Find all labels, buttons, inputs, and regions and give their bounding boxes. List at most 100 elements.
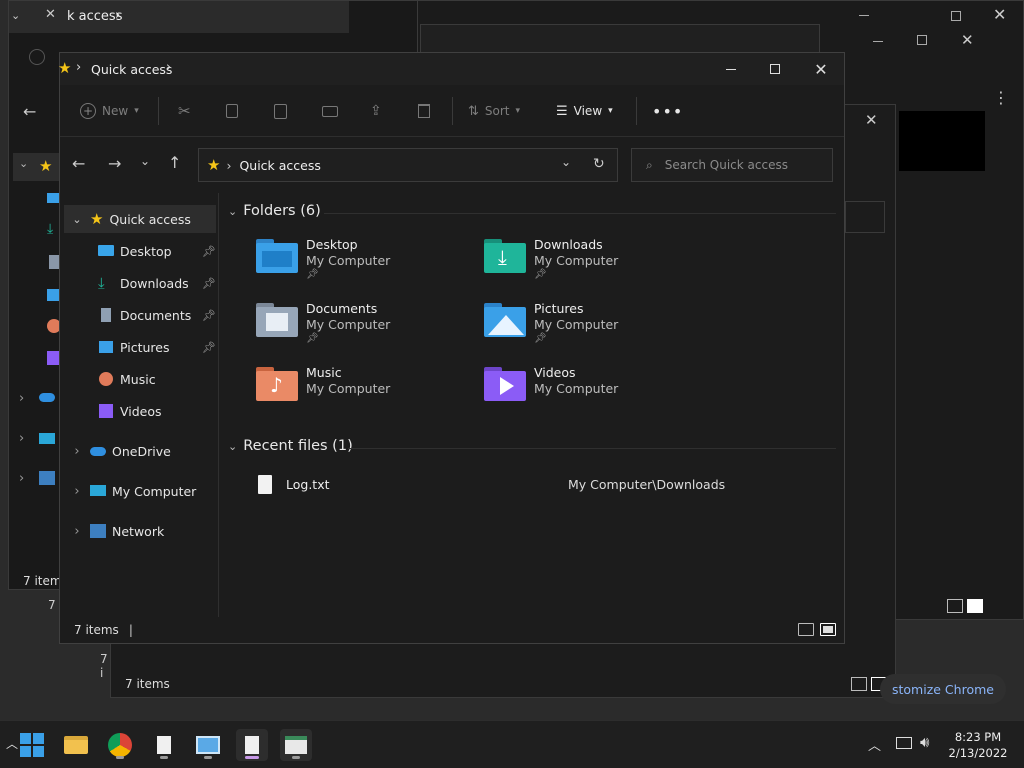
chevron-right-icon[interactable]: › (64, 484, 90, 499)
nav-item-downloads[interactable]: ⤓ Downloads 📌︎ (64, 269, 216, 297)
pictures-icon (98, 339, 114, 355)
taskbar-file-explorer[interactable] (60, 729, 92, 761)
network-icon (39, 471, 55, 485)
chevron-right-icon[interactable]: › (19, 471, 24, 486)
taskbar: ︿ ︿ 🔊︎ 8:23 PM 2/13/2022 (0, 720, 1024, 768)
more-options-button[interactable]: ••• (652, 99, 683, 123)
folder-downloads[interactable]: ⤓ Downloads My Computer 📌︎ (484, 237, 704, 293)
sort-label: Sort (484, 104, 510, 118)
maximize-button[interactable] (752, 53, 798, 85)
file-explorer-window[interactable]: ★ › Quick access › ✕ + New ▾ ✂ ⇪ ⇅ Sort … (58, 52, 845, 644)
nav-item-documents[interactable]: Documents 📌︎ (64, 301, 216, 329)
chevron-down-icon[interactable]: ⌄ (11, 9, 20, 22)
close-icon[interactable]: ✕ (865, 111, 878, 129)
new-icon (29, 49, 45, 65)
search-box[interactable]: ⌕ Search Quick access (631, 148, 833, 182)
folder-name: Pictures (534, 301, 584, 316)
clock[interactable]: 8:23 PM 2/13/2022 (946, 729, 1010, 761)
back-button[interactable]: ← (72, 154, 85, 173)
nav-item-quick-access[interactable]: ⌄ ★ Quick access (64, 205, 216, 233)
nav-item-pictures[interactable]: Pictures 📌︎ (64, 333, 216, 361)
details-view-icon[interactable] (798, 623, 814, 636)
chevron-right-icon[interactable]: › (19, 431, 24, 446)
view-button[interactable]: ☰ View ▾ (556, 99, 613, 123)
minimize-icon[interactable] (859, 15, 869, 16)
up-arrow-icon: ↑ (168, 153, 182, 172)
folders-group-header[interactable]: ⌄ Folders (6) (228, 203, 321, 219)
nav-label: Network (112, 523, 165, 539)
pin-icon[interactable]: 📌︎ (202, 277, 216, 290)
show-hidden-icons-button[interactable]: ︿ (868, 735, 881, 754)
new-label: New (102, 104, 129, 118)
forward-button[interactable]: → (108, 154, 121, 173)
pin-icon[interactable]: 📌︎ (202, 309, 216, 322)
taskbar-app-window[interactable] (280, 729, 312, 761)
minimize-icon (726, 68, 736, 70)
nav-item-desktop[interactable]: Desktop 📌︎ (64, 237, 216, 265)
pin-icon[interactable]: 📌︎ (202, 341, 216, 354)
network-status-icon[interactable] (896, 737, 912, 749)
refresh-icon[interactable]: ↻ (593, 156, 605, 172)
share-button[interactable]: ⇪ (370, 99, 382, 123)
close-button[interactable]: ✕ (798, 53, 844, 85)
taskbar-chrome[interactable] (104, 729, 136, 761)
nav-item-videos[interactable]: Videos (64, 397, 216, 425)
rename-button[interactable] (322, 99, 338, 123)
taskbar-app-file[interactable] (148, 729, 180, 761)
taskbar-app-file-active[interactable] (236, 729, 268, 761)
chevron-down-icon[interactable]: ⌄ (561, 155, 571, 169)
minimize-icon[interactable] (873, 41, 883, 42)
nav-label: Music (120, 371, 156, 387)
nav-item-network[interactable]: › Network (64, 517, 216, 545)
nav-label: My Computer (112, 483, 197, 499)
back-arrow-icon[interactable]: ← (23, 102, 36, 121)
pane-divider[interactable] (218, 193, 219, 617)
recent-file-row[interactable]: Log.txt My Computer\Downloads (256, 475, 816, 501)
pin-icon[interactable]: 📌︎ (202, 245, 216, 258)
chevron-down-icon[interactable]: ⌄ (19, 157, 28, 170)
chevron-right-icon[interactable]: › (19, 391, 24, 406)
folder-desktop[interactable]: Desktop My Computer 📌︎ (256, 237, 476, 293)
copy-button[interactable] (226, 99, 238, 123)
recent-files-group-header[interactable]: ⌄ Recent files (1) (228, 438, 353, 454)
paste-button[interactable] (274, 99, 287, 123)
cloud-icon (90, 443, 106, 459)
start-button[interactable] (16, 729, 48, 761)
close-tab-icon[interactable]: ✕ (45, 7, 56, 22)
sort-button[interactable]: ⇅ Sort ▾ (468, 99, 520, 123)
volume-icon[interactable]: 🔊︎ (920, 733, 929, 751)
chevron-right-icon[interactable]: › (64, 444, 90, 459)
minimize-button[interactable] (708, 53, 754, 85)
up-button[interactable]: ↑ (168, 153, 181, 172)
folder-documents[interactable]: Documents My Computer 📌︎ (256, 301, 476, 357)
close-icon[interactable]: ✕ (993, 5, 1006, 24)
new-button[interactable]: + New ▾ (80, 99, 139, 123)
nav-item-onedrive[interactable]: › OneDrive (64, 437, 216, 465)
input-box[interactable] (845, 201, 885, 233)
folder-music[interactable]: ♪ Music My Computer (256, 365, 476, 421)
title-bar[interactable]: ★ › Quick access › ✕ (58, 53, 844, 85)
customize-chrome-button[interactable]: stomize Chrome (880, 674, 1006, 704)
plus-circle-icon: + (80, 103, 96, 119)
content-pane: ⌄ Folders (6) Desktop My Computer 📌︎ ⤓ Dow… (220, 193, 844, 623)
address-bar[interactable]: ★ › Quick access ⌄ ↻ (198, 148, 618, 182)
taskbar-app-control-panel[interactable] (192, 729, 224, 761)
background-window-strip: 7 i (60, 644, 110, 680)
folder-pictures[interactable]: Pictures My Computer 📌︎ (484, 301, 704, 357)
restore-icon[interactable] (951, 11, 961, 21)
more-options-icon[interactable]: ⋮ (993, 90, 1009, 106)
recent-locations-button[interactable]: ⌄ (140, 154, 150, 168)
nav-item-my-computer[interactable]: › My Computer (64, 477, 216, 505)
close-icon[interactable]: ✕ (961, 31, 974, 49)
chevron-down-icon[interactable]: ⌄ (64, 213, 90, 226)
tiles-view-icon[interactable] (820, 623, 836, 636)
nav-item-music[interactable]: Music (64, 365, 216, 393)
chevron-right-icon[interactable]: › (64, 524, 90, 539)
item-count: 7 items (74, 623, 119, 637)
folder-videos[interactable]: Videos My Computer (484, 365, 704, 421)
maximize-icon[interactable] (917, 35, 927, 45)
delete-button[interactable] (418, 99, 430, 123)
clock-time: 8:23 PM (954, 730, 1002, 744)
view-toggle-icons[interactable] (947, 599, 983, 613)
cut-button[interactable]: ✂ (178, 99, 191, 123)
